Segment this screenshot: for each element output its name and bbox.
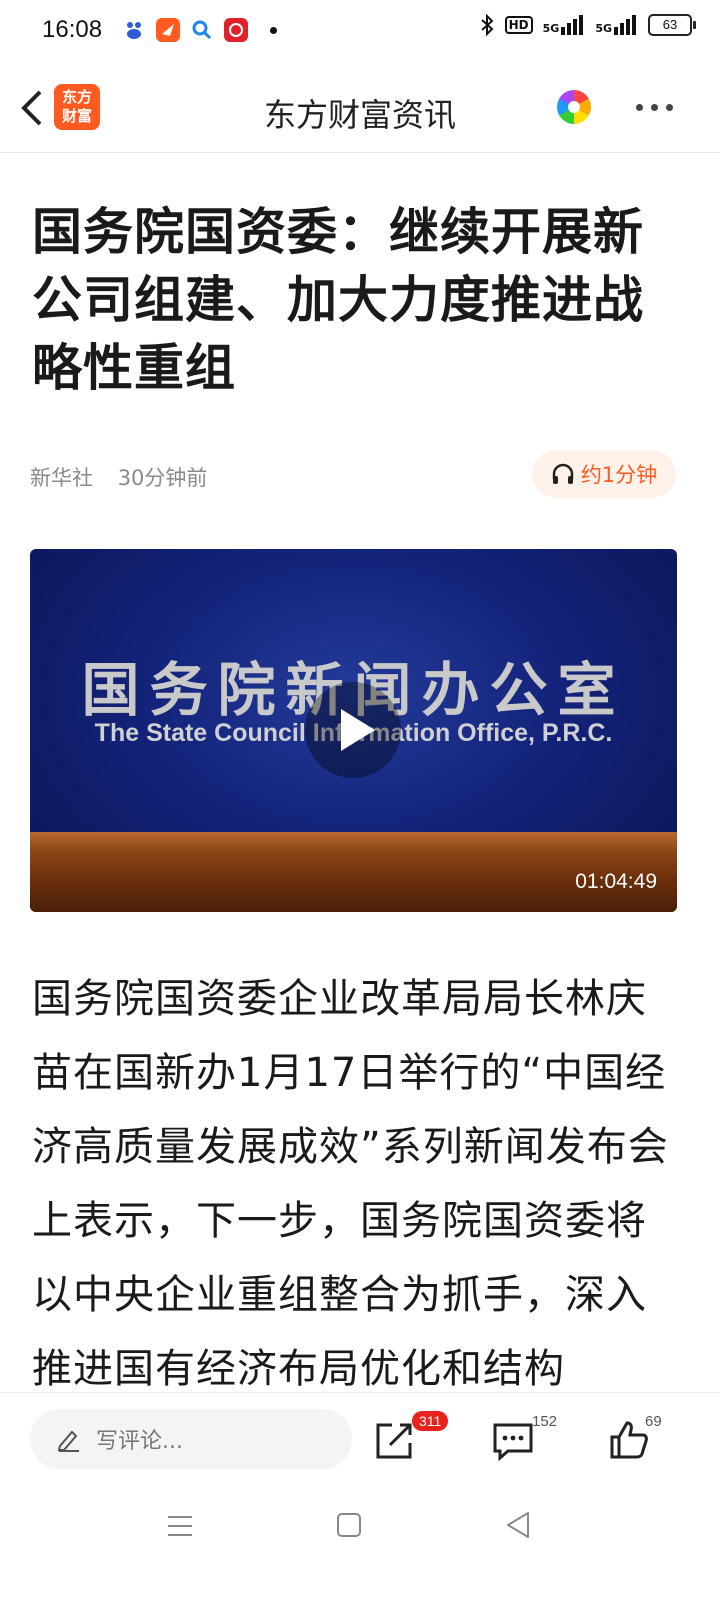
article-body: 国务院国资委企业改革局局长林庆苗在国新办1月17日举行的“中国经济高质量发展成效… xyxy=(32,976,669,1392)
notification-dot-icon xyxy=(270,27,277,34)
dot-icon xyxy=(651,104,658,111)
listen-label: 约1分钟 xyxy=(580,463,658,487)
share-count-badge: 311 xyxy=(412,1411,449,1431)
signal-5g-2: 5G xyxy=(595,15,638,35)
play-button[interactable] xyxy=(305,682,401,778)
signal-label: 5G xyxy=(542,22,560,35)
share-button[interactable] xyxy=(372,1417,418,1463)
dot-icon xyxy=(636,104,643,111)
baidu-icon xyxy=(122,18,146,42)
video-duration: 01:04:49 xyxy=(575,870,657,893)
pencil-icon xyxy=(57,1430,79,1452)
back-triangle-icon[interactable] xyxy=(504,1510,532,1540)
home-icon[interactable] xyxy=(336,1512,362,1538)
signal-5g-1: 5G xyxy=(543,15,586,35)
video-player[interactable]: 国务院新闻办公室 The State Council Information O… xyxy=(30,549,677,912)
signal-bars-icon xyxy=(614,15,636,35)
status-bar: 16:08 HD 5G 5G 63 xyxy=(0,0,720,64)
signal-bars-icon xyxy=(561,15,584,35)
orange-app-icon xyxy=(156,18,180,42)
article-time: 30分钟前 xyxy=(117,466,208,490)
article-headline: 国务院国资委：继续开展新公司组建、加大力度推进战略性重组 xyxy=(32,203,644,397)
status-right: HD 5G 5G 63 xyxy=(479,14,696,36)
bottom-action-bar: 写评论... 311 152 69 xyxy=(0,1392,720,1489)
share-icon xyxy=(376,1423,412,1459)
comment-input[interactable]: 写评论... xyxy=(30,1409,352,1469)
comments-button[interactable] xyxy=(490,1417,536,1463)
comment-placeholder: 写评论... xyxy=(96,1429,183,1454)
comment-count: 152 xyxy=(532,1413,558,1430)
signal-label: 5G xyxy=(595,22,612,35)
article-source[interactable]: 新华社 xyxy=(30,466,93,490)
article-meta: 新华社 30分钟前 xyxy=(30,462,225,492)
more-options-button[interactable] xyxy=(636,104,673,111)
bluetooth-icon xyxy=(480,14,494,36)
listen-button[interactable]: 约1分钟 xyxy=(532,450,676,498)
dot-icon xyxy=(666,104,673,111)
search-app-icon xyxy=(190,18,214,42)
color-wheel-icon[interactable] xyxy=(557,90,591,124)
menu-icon[interactable] xyxy=(166,1512,194,1540)
page-title: 东方财富资讯 xyxy=(263,96,456,134)
top-nav: 东方 财富 东方财富资讯 xyxy=(0,64,720,153)
status-time: 16:08 xyxy=(42,16,103,43)
battery-indicator: 63 xyxy=(648,14,696,36)
headphones-icon xyxy=(552,463,574,484)
like-count: 69 xyxy=(645,1413,662,1430)
hd-indicator: HD xyxy=(504,16,533,34)
comment-bubble-icon xyxy=(493,1423,533,1462)
system-nav-bar xyxy=(0,1488,720,1600)
red-app-icon xyxy=(224,18,248,42)
